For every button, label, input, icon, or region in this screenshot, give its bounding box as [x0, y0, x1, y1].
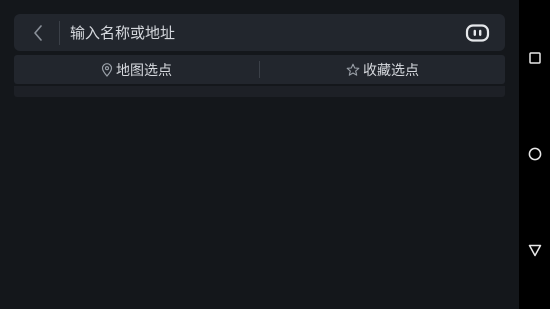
search-input[interactable] [70, 22, 430, 44]
map-pick-option[interactable]: 地图选点 [14, 55, 259, 84]
home-button[interactable] [519, 142, 550, 166]
favorite-pick-label: 收藏选点 [363, 62, 419, 79]
favorite-pick-option[interactable]: 收藏选点 [260, 55, 505, 84]
star-outline-icon [346, 63, 360, 77]
screen: 地图选点 收藏选点 [0, 0, 550, 309]
voice-assistant-button[interactable] [465, 23, 490, 43]
circle-icon [528, 147, 541, 161]
results-area [14, 86, 505, 97]
chevron-left-icon [34, 25, 42, 41]
search-divider [59, 21, 60, 45]
pick-options-bar: 地图选点 收藏选点 [14, 55, 505, 84]
map-pick-label: 地图选点 [116, 62, 172, 79]
back-button[interactable] [28, 22, 48, 44]
location-pin-icon [101, 62, 113, 77]
system-nav-bar [519, 0, 550, 309]
recents-button[interactable] [519, 46, 550, 70]
triangle-back-icon [528, 244, 541, 256]
system-back-button[interactable] [519, 238, 550, 262]
square-icon [528, 52, 541, 64]
app-area: 地图选点 收藏选点 [0, 0, 519, 309]
voice-assistant-icon [465, 24, 490, 42]
